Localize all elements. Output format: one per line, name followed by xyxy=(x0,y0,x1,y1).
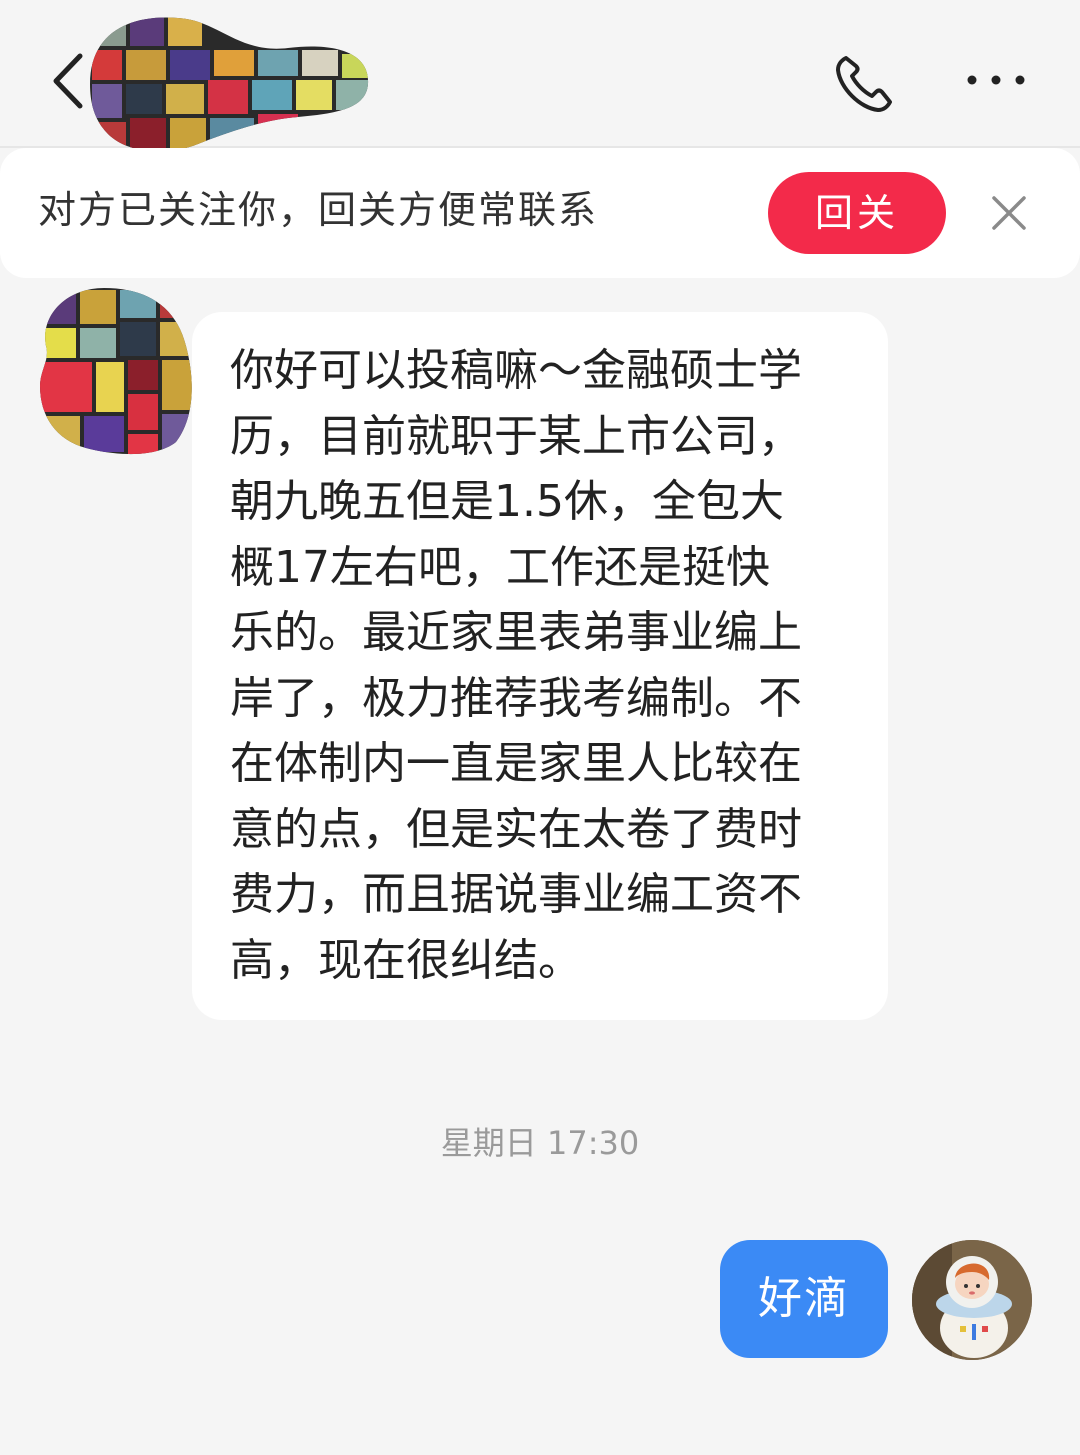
message-timestamp: 星期日 17:30 xyxy=(440,1124,640,1162)
sender-avatar[interactable] xyxy=(36,286,198,456)
message-line: 意的点，但是实在太卷了费时 xyxy=(230,803,802,855)
astronaut-avatar-image xyxy=(912,1240,1032,1360)
follow-back-button[interactable]: 回关 xyxy=(768,172,946,254)
message-line: 在体制内一直是家里人比较在 xyxy=(230,738,802,789)
contact-avatar[interactable] xyxy=(88,14,370,156)
back-button[interactable] xyxy=(44,48,92,114)
mosaic-avatar-image xyxy=(90,17,369,152)
incoming-message-bubble[interactable]: 你好可以投稿嘛～金融硕士学 历，目前就职于某上市公司， 朝九晚五但是1.5休，全… xyxy=(192,312,888,1020)
close-banner-button[interactable] xyxy=(990,194,1028,232)
message-line: 历，目前就职于某上市公司， xyxy=(230,410,802,462)
more-button[interactable] xyxy=(960,60,1032,100)
message-line: 乐的。最近家里表弟事业编上 xyxy=(230,607,802,658)
follow-hint-text: 对方已关注你，回关方便常联系 xyxy=(38,188,599,232)
message-line: 概17左右吧，工作还是挺快 xyxy=(230,541,770,593)
message-line: 岸了，极力推荐我考编制。不 xyxy=(230,672,802,724)
phone-icon xyxy=(836,56,892,112)
mosaic-avatar-image xyxy=(40,288,192,455)
chevron-left-icon xyxy=(53,53,83,109)
message-line: 高，现在很纠结。 xyxy=(230,934,582,986)
voice-call-button[interactable] xyxy=(832,52,896,116)
close-icon xyxy=(992,196,1026,230)
message-line: 你好可以投稿嘛～金融硕士学 xyxy=(230,345,802,396)
chat-header xyxy=(0,0,1080,152)
message-line: 朝九晚五但是1.5休，全包大 xyxy=(230,476,784,527)
message-line: 费力，而且据说事业编工资不 xyxy=(230,869,802,920)
my-avatar[interactable] xyxy=(912,1240,1032,1360)
outgoing-message-bubble[interactable]: 好滴 xyxy=(720,1240,888,1358)
incoming-message-text: 你好可以投稿嘛～金融硕士学 历，目前就职于某上市公司， 朝九晚五但是1.5休，全… xyxy=(230,338,870,993)
ellipsis-icon xyxy=(967,75,1025,85)
